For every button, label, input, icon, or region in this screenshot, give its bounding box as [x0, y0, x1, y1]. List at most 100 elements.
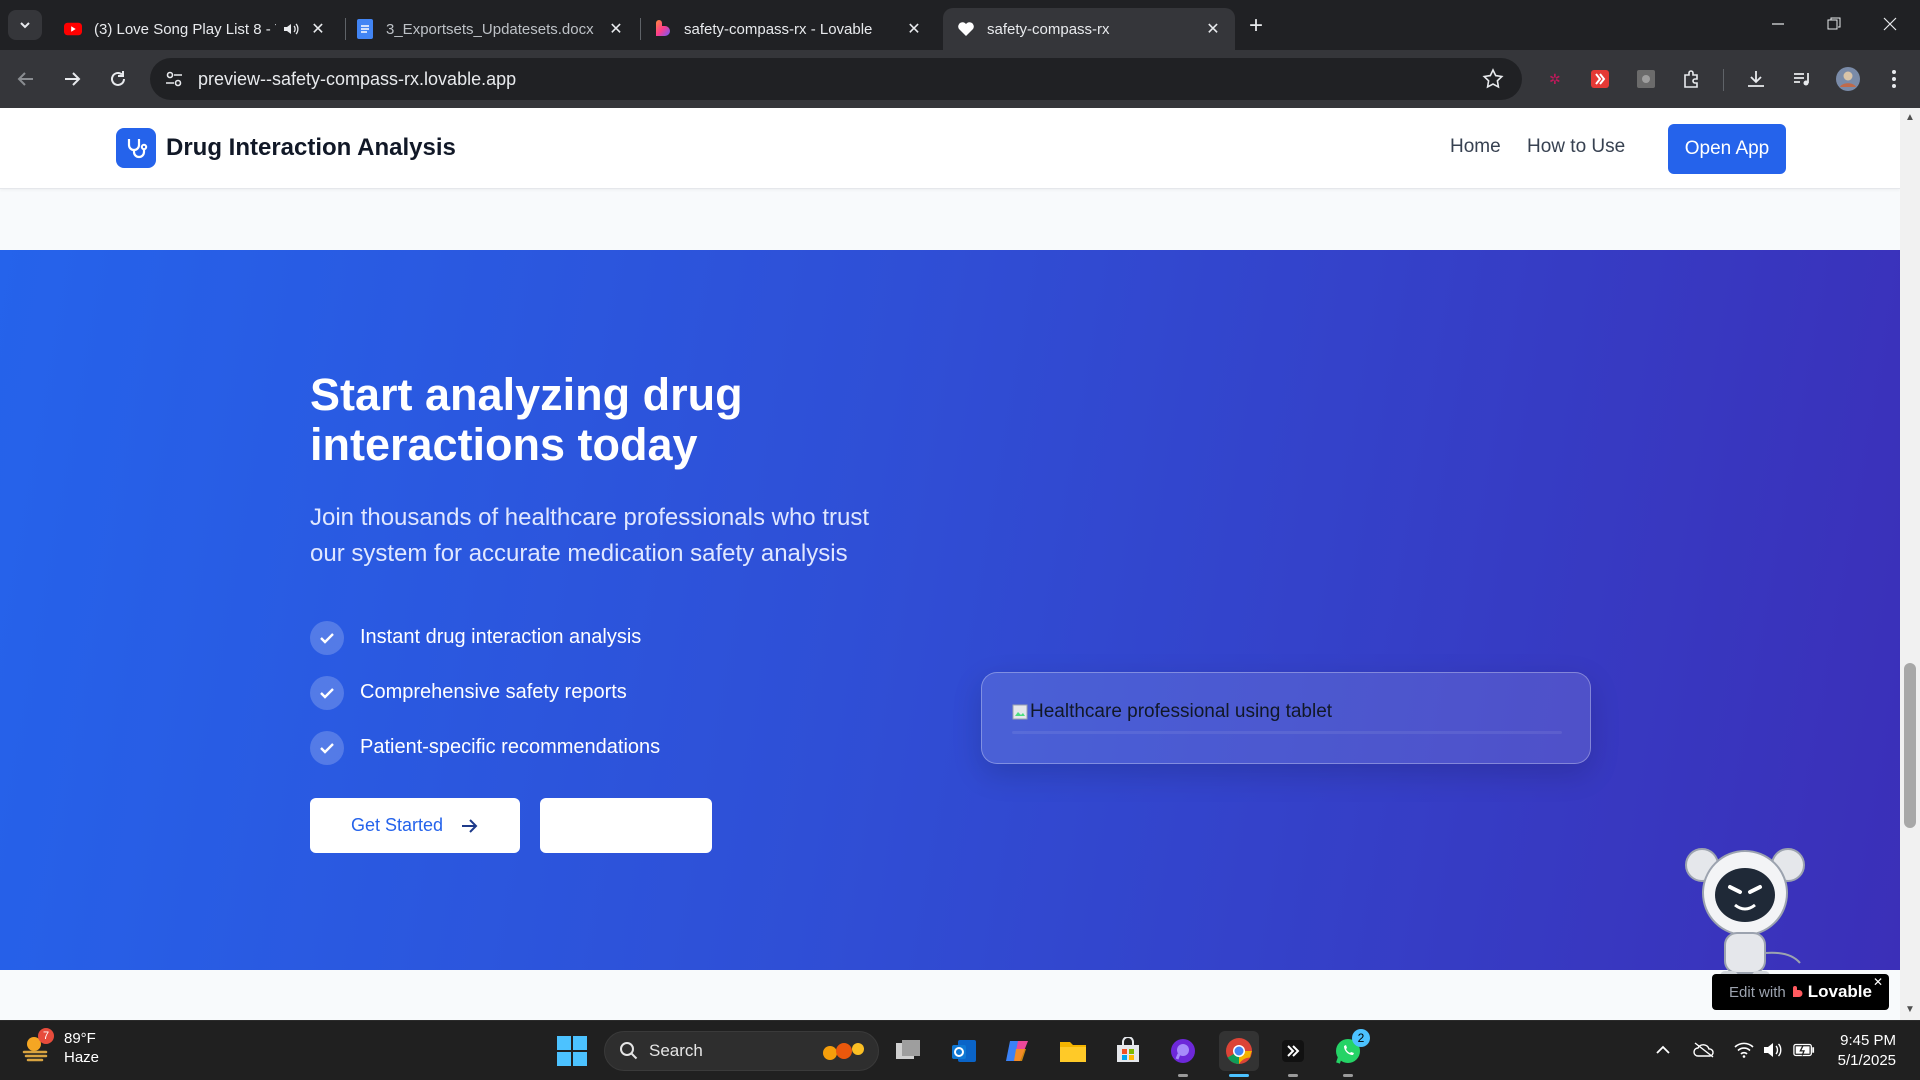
- scroll-up-icon[interactable]: ▲: [1904, 112, 1916, 124]
- brand-name: Drug Interaction Analysis: [166, 134, 456, 161]
- lovable-heart-icon: [1792, 986, 1803, 997]
- speaker-icon[interactable]: [282, 20, 300, 38]
- onedrive-offline-icon[interactable]: [1693, 1039, 1715, 1061]
- brand[interactable]: Drug Interaction Analysis: [116, 128, 456, 168]
- clock-date: 5/1/2025: [1837, 1052, 1896, 1069]
- tab-search-button[interactable]: [8, 10, 42, 40]
- hero-subtitle: Join thousands of healthcare professiona…: [310, 504, 869, 567]
- close-badge-icon[interactable]: ✕: [1873, 975, 1883, 989]
- get-started-label: Get Started: [350, 815, 444, 835]
- media-control-icon[interactable]: [1788, 65, 1816, 93]
- heart-icon: [957, 20, 975, 38]
- address-bar[interactable]: preview--safety-compass-rx.lovable.app: [150, 58, 1522, 100]
- google-docs-icon: [356, 19, 374, 39]
- check-icon: [310, 730, 344, 765]
- broken-image-icon: [1012, 704, 1028, 720]
- back-arrow-icon: [17, 72, 33, 86]
- system-clock[interactable]: 9:45 PM 5/1/2025: [1832, 1031, 1896, 1071]
- scrollbar-thumb[interactable]: [1904, 663, 1916, 828]
- taskbar-search[interactable]: Search: [604, 1031, 879, 1071]
- windows-taskbar: 7 89°F Haze Search 2 9:45 PM 5/1/2025: [0, 1020, 1920, 1080]
- check-icon: [310, 620, 344, 655]
- secondary-button[interactable]: [540, 798, 712, 853]
- minimize-button[interactable]: [1750, 0, 1806, 48]
- new-tab-button[interactable]: +: [1242, 12, 1270, 40]
- check-icon: [310, 675, 344, 710]
- svg-text:✲: ✲: [1549, 72, 1561, 88]
- nav-home-link[interactable]: Home: [1450, 136, 1501, 158]
- site-header: Drug Interaction Analysis Home How to Us…: [0, 108, 1900, 189]
- stethoscope-icon: [116, 128, 156, 168]
- terminal-app-icon[interactable]: [1273, 1031, 1313, 1077]
- tab-youtube[interactable]: (3) Love Song Play List 8 - Y ✕: [50, 8, 340, 50]
- bookmark-star-icon[interactable]: [1482, 68, 1504, 90]
- search-icon: [620, 1042, 638, 1060]
- image-alt-text: Healthcare professional using tablet: [1030, 701, 1333, 722]
- page-viewport: Drug Interaction Analysis Home How to Us…: [0, 108, 1900, 1020]
- page-scrollbar[interactable]: ▲ ▼: [1900, 108, 1920, 1020]
- clock-time: 9:45 PM: [1840, 1032, 1896, 1049]
- astronaut-mascot-icon[interactable]: [1680, 843, 1810, 993]
- feature-item: Instant drug interaction analysis: [310, 610, 660, 665]
- edit-with-lovable-badge[interactable]: Edit with Lovable ✕: [1712, 974, 1889, 1010]
- forward-button[interactable]: [56, 63, 88, 95]
- menu-kebab-icon[interactable]: [1880, 65, 1908, 93]
- whatsapp-icon[interactable]: 2: [1328, 1029, 1370, 1077]
- video-extension-icon[interactable]: [1586, 65, 1614, 93]
- tab-title: 3_Exportsets_Updatesets.docx -: [386, 20, 598, 38]
- lovable-icon: [654, 20, 672, 38]
- volume-icon[interactable]: [1762, 1039, 1784, 1061]
- task-view-icon[interactable]: [888, 1031, 928, 1071]
- cta-hero-section: Start analyzing drug interactions today …: [0, 250, 1900, 970]
- chevron-up-icon[interactable]: [1652, 1039, 1674, 1061]
- profile-avatar[interactable]: [1834, 65, 1862, 93]
- feature-text: Comprehensive safety reports: [360, 681, 627, 703]
- get-started-button[interactable]: Get Started: [310, 798, 520, 853]
- nav-how-to-use-link[interactable]: How to Use: [1527, 136, 1625, 158]
- toolbar-divider: [1723, 69, 1724, 91]
- tab-title: (3) Love Song Play List 8 - Y: [94, 20, 276, 38]
- close-tab-icon[interactable]: ✕: [606, 19, 626, 39]
- site-info-icon[interactable]: [162, 67, 186, 91]
- feature-item: Patient-specific recommendations: [310, 720, 660, 775]
- close-tab-icon[interactable]: ✕: [308, 19, 328, 39]
- tab-strip: (3) Love Song Play List 8 - Y ✕ 3_Export…: [0, 0, 1920, 50]
- close-window-button[interactable]: [1862, 0, 1918, 48]
- browser-toolbar: preview--safety-compass-rx.lovable.app ✲: [0, 50, 1920, 108]
- chrome-icon[interactable]: [1219, 1031, 1259, 1077]
- close-tab-icon[interactable]: ✕: [1203, 19, 1223, 39]
- copilot-icon[interactable]: [998, 1031, 1038, 1071]
- close-tab-icon[interactable]: ✕: [904, 19, 924, 39]
- feature-text: Patient-specific recommendations: [360, 736, 661, 758]
- back-button[interactable]: [10, 63, 42, 95]
- restore-button[interactable]: [1806, 0, 1862, 48]
- hero-title: Start analyzing drug interactions today: [310, 369, 743, 470]
- tab-lovable[interactable]: safety-compass-rx - Lovable ✕: [640, 8, 936, 50]
- weather-widget[interactable]: 7 89°F Haze: [20, 1028, 99, 1067]
- reload-button[interactable]: [102, 63, 134, 95]
- scroll-down-icon[interactable]: ▼: [1904, 1004, 1916, 1016]
- reload-icon: [111, 71, 125, 86]
- wifi-icon[interactable]: [1733, 1039, 1755, 1061]
- open-app-button[interactable]: Open App: [1668, 124, 1786, 174]
- feature-text: Instant drug interaction analysis: [360, 626, 642, 648]
- tab-title: safety-compass-rx: [987, 20, 1110, 38]
- chat-app-icon[interactable]: [1163, 1031, 1203, 1077]
- outlook-icon[interactable]: [944, 1031, 984, 1071]
- url-text: preview--safety-compass-rx.lovable.app: [198, 68, 517, 89]
- battery-icon[interactable]: [1793, 1039, 1815, 1061]
- badge-edit-text: Edit with: [1729, 983, 1786, 1001]
- file-explorer-icon[interactable]: [1053, 1031, 1093, 1071]
- puzzle-icon[interactable]: [1678, 65, 1706, 93]
- feature-list: Instant drug interaction analysis Compre…: [310, 610, 660, 775]
- extension-icon[interactable]: ✲: [1542, 65, 1570, 93]
- download-icon[interactable]: [1742, 65, 1770, 93]
- microsoft-store-icon[interactable]: [1108, 1031, 1148, 1071]
- tab-google-docs[interactable]: 3_Exportsets_Updatesets.docx - ✕: [342, 8, 638, 50]
- weather-temp: 89°F: [64, 1030, 96, 1047]
- tab-safety-compass[interactable]: safety-compass-rx ✕: [943, 8, 1235, 50]
- screenshot-extension-icon[interactable]: [1632, 65, 1660, 93]
- weather-haze-icon: 7: [20, 1028, 54, 1064]
- windows-start-icon[interactable]: [556, 1035, 588, 1067]
- running-indicator: [1343, 1074, 1353, 1077]
